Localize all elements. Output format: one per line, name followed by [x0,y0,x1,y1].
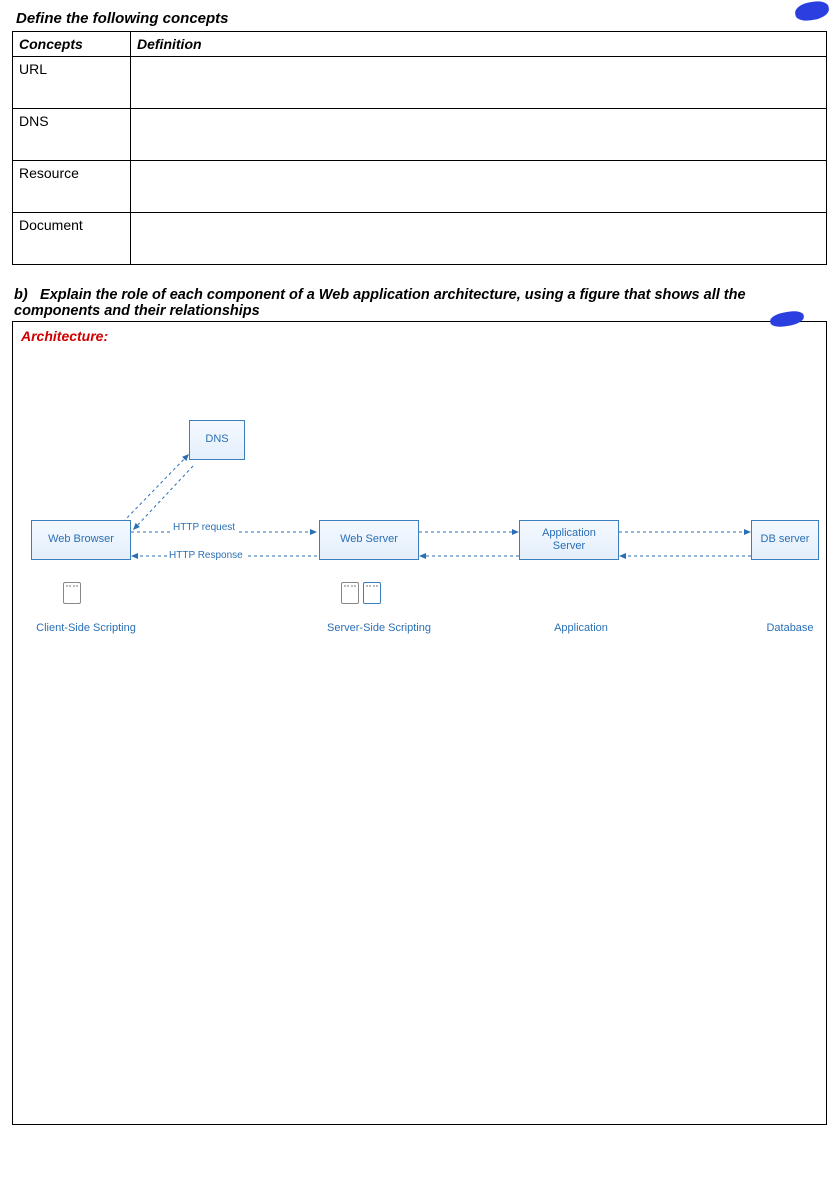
table-row: Resource [13,161,827,213]
definition-cell [131,57,827,109]
caption-application: Application [541,622,621,634]
definition-cell [131,213,827,265]
concept-cell: DNS [13,109,131,161]
table-row: DNS [13,109,827,161]
concept-cell: Resource [13,161,131,213]
concept-cell: URL [13,57,131,109]
link-label-http-request: HTTP request [171,522,237,533]
diagram-connectors [21,364,820,664]
document-icon [63,582,81,604]
caption-server-side-scripting: Server-Side Scripting [319,622,439,634]
document-icon [363,582,381,604]
question-b: b) Explain the role of each component of… [14,287,825,319]
node-db-server: DB server [751,520,819,560]
document-icon [341,582,359,604]
heading-define-concepts: Define the following concepts [16,10,825,27]
architecture-diagram: DNS Web Browser Web Server Application S… [21,364,820,1124]
question-b-label: b) [14,287,36,303]
link-label-http-response: HTTP Response [167,550,245,561]
architecture-box: Architecture: DNS Web Browser Web [12,321,827,1125]
caption-database: Database [755,622,825,634]
node-web-server: Web Server [319,520,419,560]
node-dns: DNS [189,420,245,460]
definition-cell [131,109,827,161]
table-row: Document [13,213,827,265]
architecture-title: Architecture: [21,328,818,344]
table-header-definition: Definition [131,32,827,57]
node-application-server: Application Server [519,520,619,560]
table-row: URL [13,57,827,109]
table-header-concepts: Concepts [13,32,131,57]
concepts-table: Concepts Definition URL DNS Resource Doc… [12,31,827,265]
definition-cell [131,161,827,213]
node-web-browser: Web Browser [31,520,131,560]
question-b-text: Explain the role of each component of a … [14,287,746,319]
caption-client-side-scripting: Client-Side Scripting [21,622,151,634]
concept-cell: Document [13,213,131,265]
